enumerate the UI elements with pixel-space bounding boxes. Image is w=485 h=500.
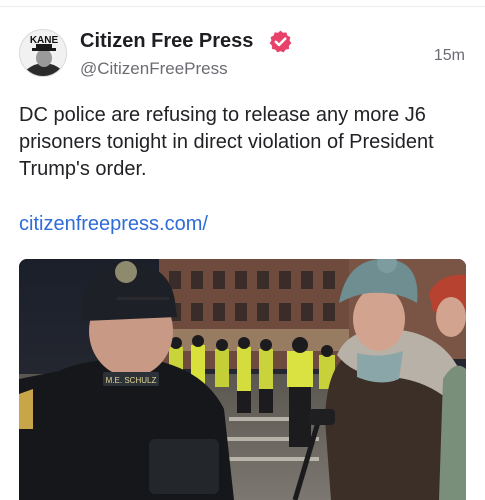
top-divider [0, 6, 485, 7]
avatar-kane-text: KANE [30, 35, 59, 46]
post-media-image[interactable]: M.E. SCHULZ [19, 259, 466, 500]
officer-name-tag: M.E. SCHULZ [106, 376, 157, 385]
post-header: KANE Citizen Free Press @CitizenFreePres… [19, 29, 469, 83]
author-avatar[interactable]: KANE [19, 29, 67, 77]
verified-badge-icon [268, 29, 293, 54]
author-display-name[interactable]: Citizen Free Press [80, 30, 253, 53]
post-timestamp[interactable]: 15m [434, 47, 465, 65]
author-handle[interactable]: @CitizenFreePress [80, 59, 228, 79]
post-link[interactable]: citizenfreepress.com/ [19, 213, 208, 236]
post-body-text: DC police are refusing to release any mo… [19, 104, 434, 180]
